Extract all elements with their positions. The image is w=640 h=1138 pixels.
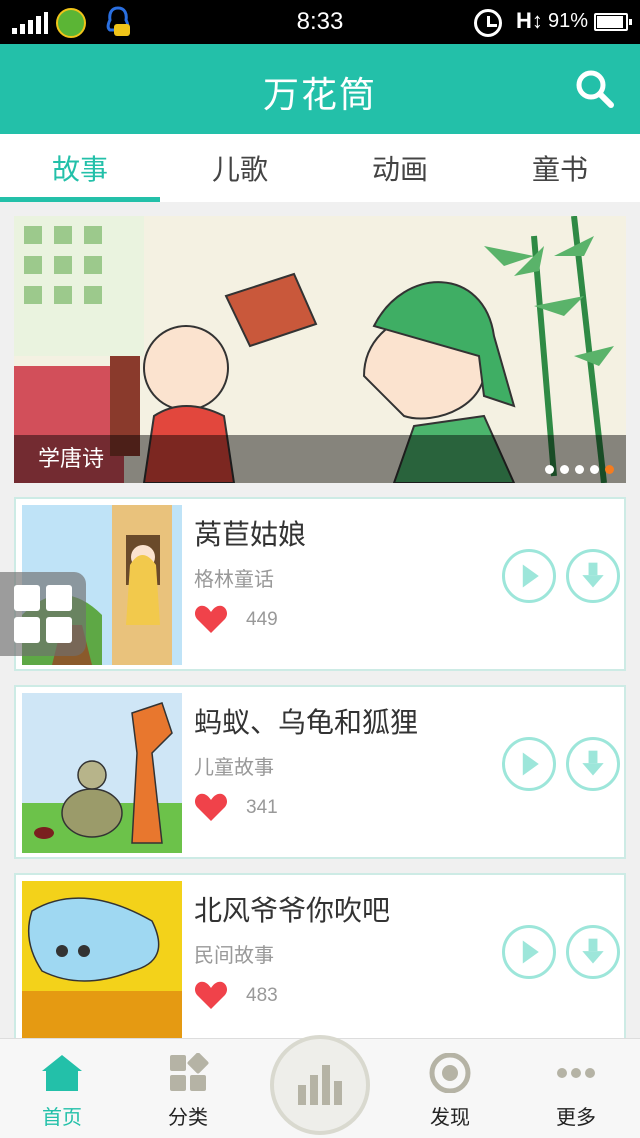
banner-caption-bar <box>14 435 626 483</box>
story-category: 格林童话 <box>194 567 274 591</box>
heart-icon[interactable] <box>194 791 228 823</box>
download-button[interactable] <box>566 549 620 603</box>
story-list: 莴苣姑娘 格林童话 449 蚂蚁、乌龟和狐狸 儿童故事 341 北风爷爷你吹吧 … <box>14 497 626 1061</box>
indicator-dot <box>545 465 554 474</box>
app-title: 万花筒 <box>262 75 377 116</box>
player-button[interactable] <box>270 1035 370 1135</box>
play-button[interactable] <box>502 737 556 791</box>
status-bar: 8:33 H↕ 91% <box>0 0 640 44</box>
tab-books[interactable]: 童书 <box>480 134 640 202</box>
more-dots-icon <box>557 1068 595 1078</box>
banner-page-indicator <box>545 465 614 481</box>
nav-discover[interactable]: 发现 <box>400 1039 500 1138</box>
grid-cell-icon <box>46 585 72 611</box>
eye-icon <box>429 1053 471 1093</box>
alarm-icon <box>474 9 502 37</box>
search-icon[interactable] <box>574 68 614 108</box>
like-count: 449 <box>246 609 278 630</box>
story-thumbnail <box>22 881 182 1041</box>
battery-percent: 91% <box>547 10 588 32</box>
like-count: 341 <box>246 797 278 818</box>
story-title: 蚂蚁、乌龟和狐狸 <box>194 706 419 739</box>
list-item[interactable]: 莴苣姑娘 格林童话 449 <box>14 497 626 671</box>
floating-menu-button[interactable] <box>0 572 86 656</box>
category-tabs: 故事 儿歌 动画 童书 <box>0 134 640 202</box>
nav-home[interactable]: 首页 <box>12 1039 112 1138</box>
heart-icon[interactable] <box>194 603 228 635</box>
grid-cell-icon <box>14 617 40 643</box>
network-h-icon: H↕ <box>516 8 543 33</box>
story-title: 北风爷爷你吹吧 <box>194 894 391 927</box>
nav-category-label: 分类 <box>168 1105 208 1129</box>
nav-category[interactable]: 分类 <box>138 1039 238 1138</box>
indicator-dot <box>590 465 599 474</box>
story-category: 儿童故事 <box>194 755 274 779</box>
app-header: 万花筒 <box>0 44 640 134</box>
story-thumbnail <box>22 693 182 853</box>
list-item[interactable]: 蚂蚁、乌龟和狐狸 儿童故事 341 <box>14 685 626 859</box>
banner-caption: 学唐诗 <box>38 447 105 472</box>
status-time: 8:33 <box>296 8 344 35</box>
tab-songs[interactable]: 儿歌 <box>160 134 320 202</box>
story-category: 民间故事 <box>194 943 274 967</box>
tab-stories[interactable]: 故事 <box>0 134 160 202</box>
nav-home-label: 首页 <box>42 1105 82 1129</box>
play-button[interactable] <box>502 925 556 979</box>
list-item[interactable]: 北风爷爷你吹吧 民间故事 483 <box>14 873 626 1047</box>
indicator-dot <box>575 465 584 474</box>
nav-discover-label: 发现 <box>430 1105 470 1129</box>
tab-animation[interactable]: 动画 <box>320 134 480 202</box>
grid-cell-icon <box>46 617 72 643</box>
heart-icon[interactable] <box>194 979 228 1011</box>
download-button[interactable] <box>566 925 620 979</box>
indicator-dot-active <box>605 465 614 474</box>
download-button[interactable] <box>566 737 620 791</box>
nav-more[interactable]: 更多 <box>526 1039 626 1138</box>
indicator-dot <box>560 465 569 474</box>
battery-icon <box>594 13 632 31</box>
nav-more-label: 更多 <box>556 1105 596 1129</box>
like-count: 483 <box>246 985 278 1006</box>
play-button[interactable] <box>502 549 556 603</box>
category-grid-icon <box>170 1053 209 1091</box>
story-title: 莴苣姑娘 <box>194 518 307 551</box>
home-icon <box>42 1055 82 1091</box>
bottom-navigation: 首页 分类 发现 更多 <box>0 1035 640 1138</box>
grid-cell-icon <box>14 585 40 611</box>
equalizer-icon <box>298 1065 342 1105</box>
featured-banner[interactable]: 学唐诗 <box>14 216 626 483</box>
